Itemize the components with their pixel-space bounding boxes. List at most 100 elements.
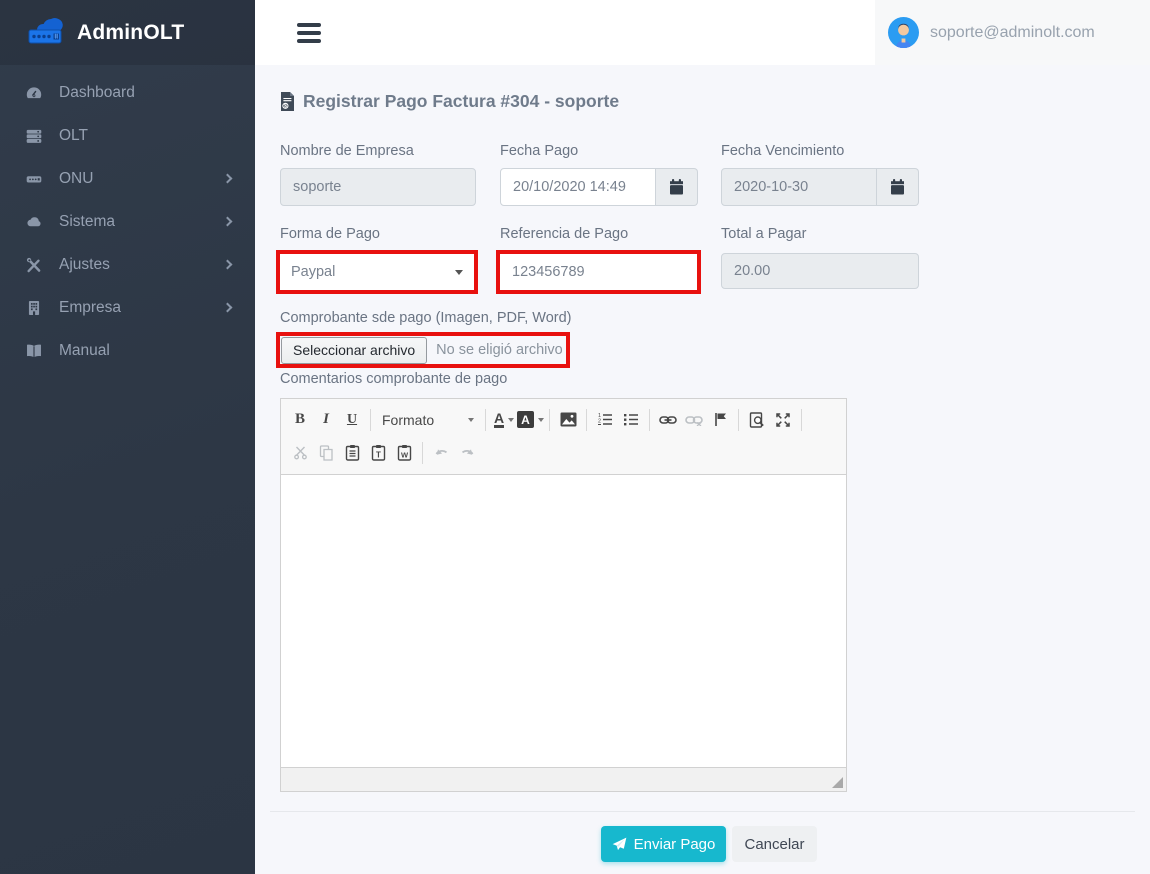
italic-button[interactable]: I (313, 407, 339, 433)
svg-text:$: $ (284, 104, 287, 110)
preview-button[interactable] (744, 407, 770, 433)
calendar-icon (890, 179, 905, 195)
flag-anchor-icon (714, 412, 727, 427)
redo-button[interactable] (454, 440, 480, 466)
svg-text:T: T (376, 451, 381, 460)
insert-image-button[interactable] (555, 407, 581, 433)
paste-as-plain-text-button[interactable]: T (365, 440, 391, 466)
calendar-icon (669, 179, 684, 195)
select-caret-icon (455, 270, 463, 275)
numbered-list-icon: 12 (597, 412, 613, 427)
toolbar-separator (485, 409, 486, 431)
cloud-icon (24, 213, 44, 231)
main-content: $ Registrar Pago Factura #304 - soporte … (255, 65, 1150, 874)
text-color-letter: A (494, 411, 504, 428)
sidebar-item-label: Sistema (59, 213, 115, 231)
submit-payment-label: Enviar Pago (634, 836, 716, 853)
sidebar-item-label: Empresa (59, 299, 121, 317)
insert-link-button[interactable] (655, 407, 681, 433)
editor-content-area[interactable] (281, 475, 846, 767)
choose-file-button[interactable]: Seleccionar archivo (281, 337, 427, 364)
toolbar-separator (649, 409, 650, 431)
sidebar-item-ajustes[interactable]: Ajustes (0, 243, 255, 286)
cancel-button[interactable]: Cancelar (732, 826, 817, 862)
remove-link-button[interactable] (681, 407, 707, 433)
company-label: Nombre de Empresa (280, 143, 476, 159)
format-dropdown[interactable]: Formato (376, 407, 480, 433)
payment-date-input[interactable] (500, 168, 656, 206)
comments-label: Comentarios comprobante de pago (280, 371, 507, 387)
paste-button[interactable] (339, 440, 365, 466)
due-date-input (721, 168, 877, 206)
cut-button[interactable] (287, 440, 313, 466)
sidebar-toggle-hamburger-icon[interactable] (297, 23, 321, 43)
copy-button[interactable] (313, 440, 339, 466)
toolbar-separator (549, 409, 550, 431)
payment-reference-input[interactable] (500, 254, 697, 290)
svg-text:W: W (400, 451, 408, 460)
total-label: Total a Pagar (721, 226, 919, 242)
due-date-calendar-button[interactable] (877, 168, 919, 206)
brand-logo[interactable]: AdminOLT (0, 0, 255, 65)
sidebar-nav: Dashboard OLT ONU Sistema (0, 65, 255, 372)
bulleted-list-button[interactable] (618, 407, 644, 433)
sidebar-item-sistema[interactable]: Sistema (0, 200, 255, 243)
payment-method-select[interactable]: Paypal (280, 254, 474, 290)
payment-method-field-group: Forma de Pago (280, 226, 380, 242)
onu-device-icon (24, 170, 44, 188)
redo-arrow-icon (459, 447, 476, 459)
caret-down-icon (538, 418, 544, 422)
book-icon (24, 342, 44, 360)
payment-method-label: Forma de Pago (280, 226, 380, 242)
olt-server-icon (24, 127, 44, 145)
unlink-icon (685, 414, 703, 426)
underline-button[interactable]: U (339, 407, 365, 433)
sidebar-item-empresa[interactable]: Empresa (0, 286, 255, 329)
chevron-right-icon (223, 303, 233, 313)
caret-down-icon (468, 418, 474, 422)
no-file-chosen-text: No se eligió archivo (436, 342, 563, 358)
bulleted-list-icon (623, 412, 639, 427)
invoice-dollar-icon: $ (280, 92, 295, 111)
payment-reference-field-group: Referencia de Pago (500, 226, 628, 242)
sidebar-item-label: OLT (59, 127, 88, 145)
format-dropdown-label: Formato (382, 412, 434, 428)
text-color-button[interactable]: A (491, 407, 517, 433)
clipboard-paste-icon (345, 444, 360, 461)
payment-date-calendar-button[interactable] (656, 168, 698, 206)
paste-from-word-button[interactable]: W (391, 440, 417, 466)
svg-text:2: 2 (598, 419, 601, 425)
toolbar-separator (370, 409, 371, 431)
sidebar-item-onu[interactable]: ONU (0, 157, 255, 200)
anchor-button[interactable] (707, 407, 733, 433)
undo-button[interactable] (428, 440, 454, 466)
file-upload-section: Comprobante sde pago (Imagen, PDF, Word) (280, 310, 572, 326)
bold-button[interactable]: B (287, 407, 313, 433)
payment-reference-highlight-box (496, 250, 701, 294)
sidebar-item-label: Dashboard (59, 84, 135, 102)
chevron-right-icon (223, 174, 233, 184)
sidebar-item-label: Ajustes (59, 256, 110, 274)
page-title-text: Registrar Pago Factura #304 - soporte (303, 91, 619, 112)
sidebar-item-dashboard[interactable]: Dashboard (0, 71, 255, 114)
preview-icon (749, 412, 765, 428)
background-color-button[interactable]: A (517, 407, 544, 433)
adminolt-cloud-logo-icon (26, 17, 68, 49)
maximize-button[interactable] (770, 407, 796, 433)
comments-section: Comentarios comprobante de pago (280, 371, 507, 387)
sidebar-item-label: Manual (59, 342, 110, 360)
user-menu[interactable]: soporte@adminolt.com (875, 0, 1150, 65)
copy-icon (319, 445, 334, 461)
page-title: $ Registrar Pago Factura #304 - soporte (280, 91, 619, 112)
toolbar-separator (586, 409, 587, 431)
editor-resize-handle[interactable] (832, 777, 843, 788)
sidebar-item-manual[interactable]: Manual (0, 329, 255, 372)
background-color-letter: A (517, 411, 534, 428)
submit-payment-button[interactable]: Enviar Pago (601, 826, 726, 862)
user-avatar (888, 17, 919, 48)
user-email: soporte@adminolt.com (930, 24, 1095, 42)
toolbar-separator (738, 409, 739, 431)
undo-arrow-icon (433, 447, 450, 459)
sidebar-item-olt[interactable]: OLT (0, 114, 255, 157)
numbered-list-button[interactable]: 12 (592, 407, 618, 433)
